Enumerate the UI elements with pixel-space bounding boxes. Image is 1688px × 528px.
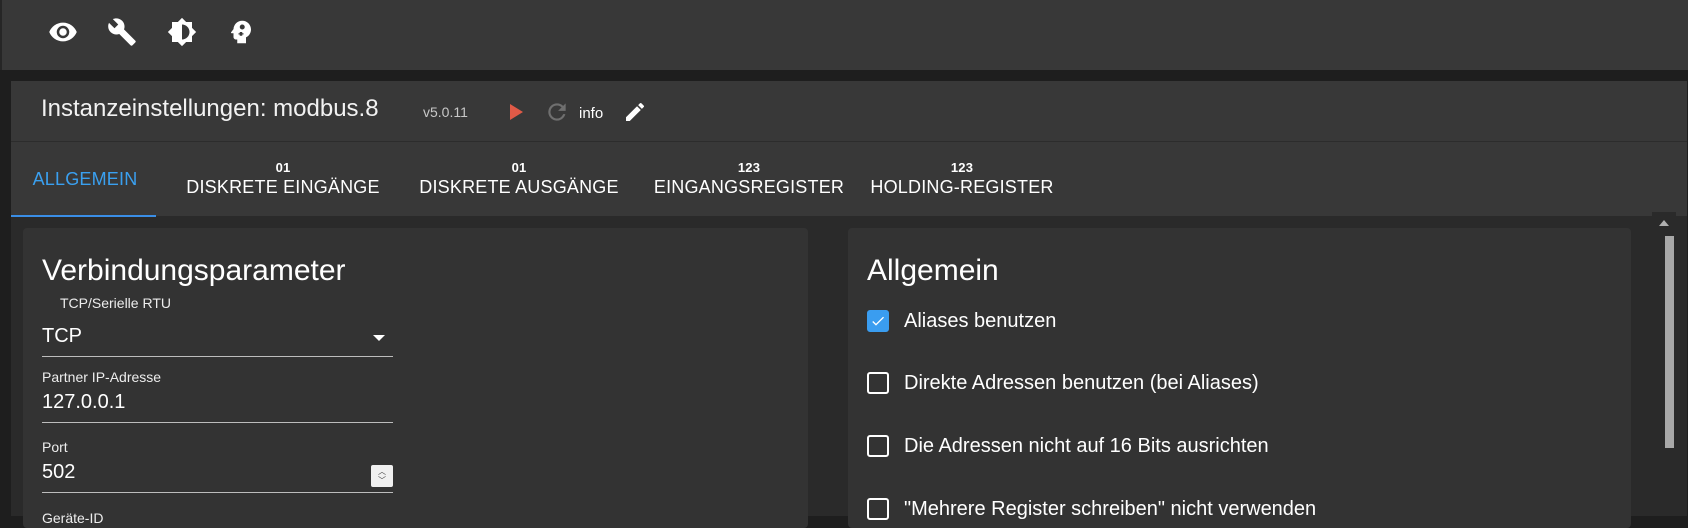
- page-title: Instanzeinstellungen: modbus.8: [41, 95, 379, 122]
- field-underline: [42, 356, 393, 357]
- instance-header: Instanzeinstellungen: modbus.8 v5.0.11 i…: [11, 81, 1687, 141]
- general-options-card: Allgemein Aliases benutzen Direkte Adres…: [848, 228, 1631, 528]
- tab-label: EINGANGSREGISTER: [653, 177, 845, 197]
- tab-sub-icon: 01: [511, 160, 527, 175]
- top-toolbar: [0, 0, 1688, 70]
- expert-mode-icon[interactable]: [222, 13, 260, 51]
- chevron-down-icon: [373, 335, 385, 341]
- field-underline: [42, 422, 393, 423]
- checkbox-no-write-multiple[interactable]: "Mehrere Register schreiben" nicht verwe…: [867, 495, 1316, 523]
- checkbox-unchecked-icon[interactable]: [867, 498, 889, 520]
- tab-holding-register[interactable]: 123 HOLDING-REGISTER: [869, 142, 1055, 217]
- instance-settings-panel: Instanzeinstellungen: modbus.8 v5.0.11 i…: [11, 81, 1687, 528]
- field-underline: [42, 492, 393, 493]
- edit-icon[interactable]: [623, 100, 647, 124]
- connection-type-select[interactable]: TCP/Serielle RTU TCP: [42, 295, 393, 357]
- checkbox-label: Die Adressen nicht auf 16 Bits ausrichte…: [904, 434, 1269, 457]
- chevron-down-icon[interactable]: ﹀: [378, 476, 386, 485]
- tab-label: HOLDING-REGISTER: [870, 177, 1054, 197]
- card-title: Verbindungsparameter: [42, 254, 346, 287]
- tab-eingangsregister[interactable]: 123 EINGANGSREGISTER: [647, 142, 851, 217]
- checkbox-checked-icon[interactable]: [867, 310, 889, 332]
- connection-parameters-card: Verbindungsparameter TCP/Serielle RTU TC…: [23, 228, 808, 528]
- card-title: Allgemein: [867, 254, 999, 287]
- field-label: TCP/Serielle RTU: [60, 295, 171, 311]
- field-value: 502: [42, 461, 76, 483]
- tab-label: ALLGEMEIN: [32, 169, 138, 189]
- wrench-icon[interactable]: [103, 13, 141, 51]
- field-value: 127.0.0.1: [42, 391, 126, 413]
- scrollbar-thumb[interactable]: [1665, 236, 1674, 448]
- active-tab-indicator: [11, 215, 156, 217]
- checkbox-use-aliases[interactable]: Aliases benutzen: [867, 307, 1056, 335]
- number-stepper[interactable]: ︿ ﹀: [371, 465, 393, 487]
- tab-sub-icon: 123: [737, 160, 761, 175]
- tab-label: DISKRETE EINGÄNGE: [186, 177, 380, 197]
- field-label: Port: [42, 439, 68, 455]
- info-link[interactable]: info: [579, 105, 603, 122]
- tab-diskrete-eingaenge[interactable]: 01 DISKRETE EINGÄNGE: [175, 142, 391, 217]
- chevron-up-icon[interactable]: ︿: [378, 467, 386, 476]
- checkbox-label: Direkte Adressen benutzen (bei Aliases): [904, 371, 1259, 394]
- play-icon[interactable]: [503, 100, 527, 124]
- checkbox-label: Aliases benutzen: [904, 309, 1057, 332]
- field-label: Geräte-ID: [42, 510, 104, 526]
- version-label: v5.0.11: [423, 104, 468, 120]
- eye-icon[interactable]: [44, 13, 82, 51]
- checkbox-unchecked-icon[interactable]: [867, 372, 889, 394]
- checkbox-direct-addresses[interactable]: Direkte Adressen benutzen (bei Aliases): [867, 369, 1259, 397]
- reload-icon[interactable]: [544, 99, 570, 125]
- port-field[interactable]: Port 502 ︿ ﹀: [42, 439, 393, 493]
- field-value: TCP: [42, 325, 82, 347]
- tab-label: DISKRETE AUSGÄNGE: [419, 177, 619, 197]
- field-label: Partner IP-Adresse: [42, 369, 162, 385]
- checkbox-unchecked-icon[interactable]: [867, 435, 889, 457]
- vertical-scrollbar[interactable]: [1652, 212, 1676, 516]
- tab-sub-icon: 123: [950, 160, 974, 175]
- brightness-icon[interactable]: [163, 13, 201, 51]
- checkbox-no-16bit-align[interactable]: Die Adressen nicht auf 16 Bits ausrichte…: [867, 432, 1269, 460]
- tab-bar: ALLGEMEIN 01 DISKRETE EINGÄNGE 01 DISKRE…: [11, 141, 1687, 217]
- tab-allgemein[interactable]: ALLGEMEIN: [29, 142, 141, 217]
- device-id-field[interactable]: Geräte-ID: [42, 510, 393, 526]
- tab-diskrete-ausgaenge[interactable]: 01 DISKRETE AUSGÄNGE: [409, 142, 629, 217]
- partner-ip-field[interactable]: Partner IP-Adresse 127.0.0.1: [42, 369, 393, 423]
- scroll-up-icon[interactable]: [1659, 220, 1669, 226]
- checkbox-label: "Mehrere Register schreiben" nicht verwe…: [904, 497, 1317, 520]
- tab-sub-icon: 01: [275, 160, 291, 175]
